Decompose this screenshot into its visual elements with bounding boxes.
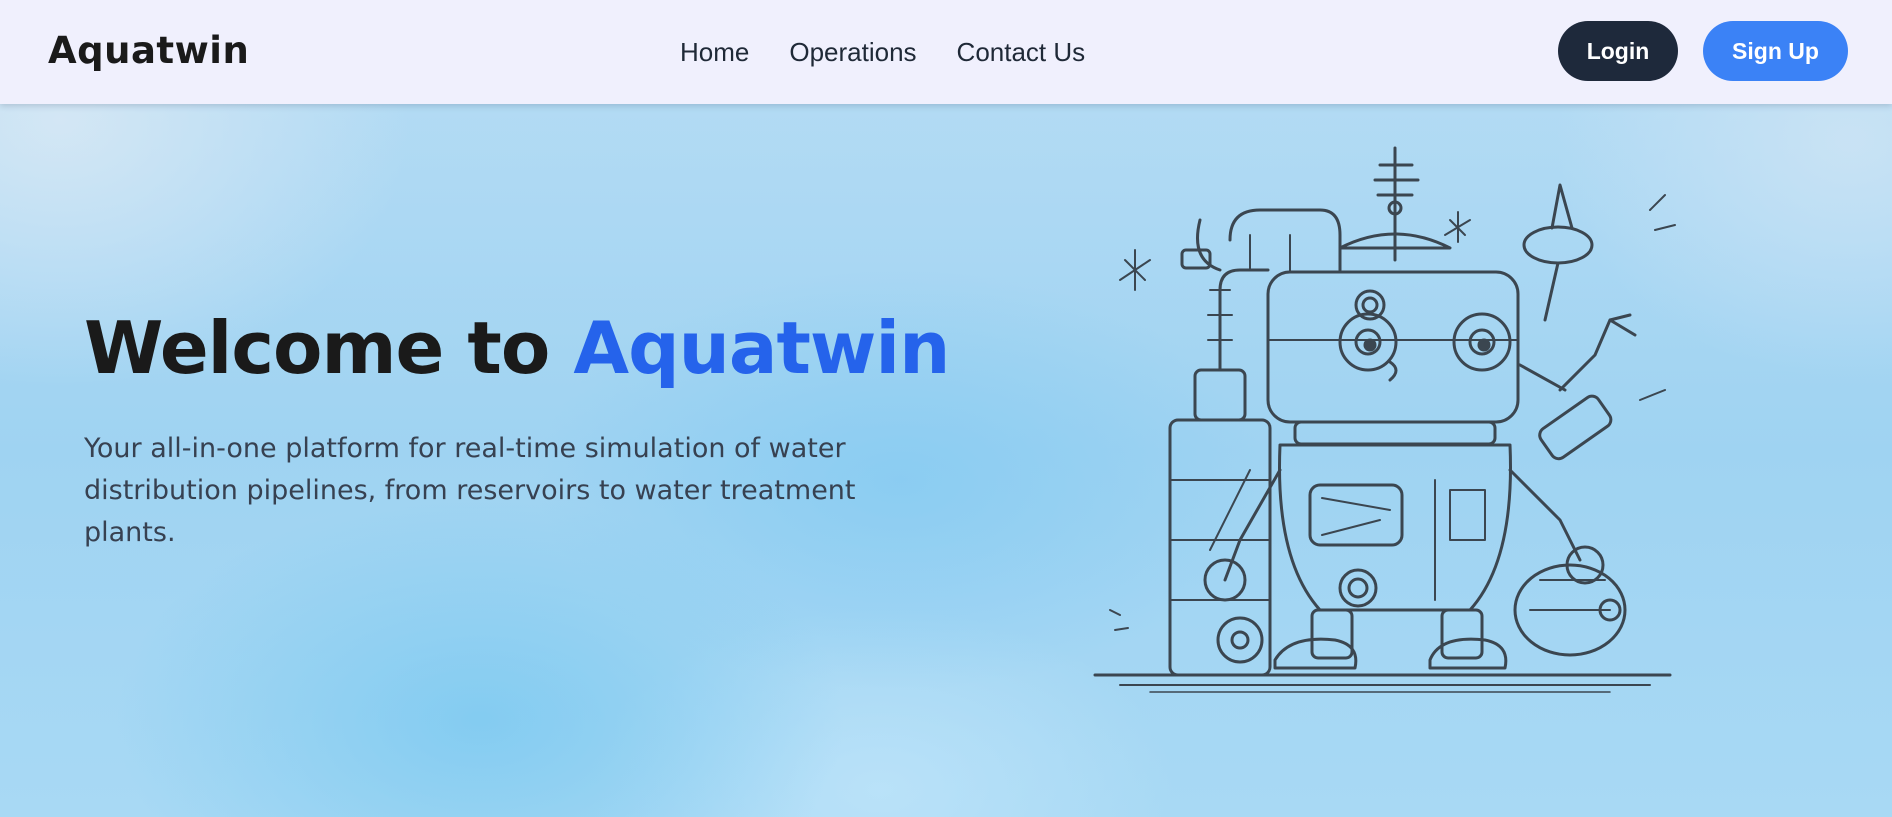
navbar: Aquatwin Home Operations Contact Us Logi… xyxy=(0,0,1892,104)
login-button[interactable]: Login xyxy=(1558,21,1678,81)
nav-home-link[interactable]: Home xyxy=(680,30,749,74)
hero-title-brand: Aquatwin xyxy=(573,306,950,390)
robot-illustration xyxy=(1090,140,1680,720)
hero-title-prefix: Welcome to xyxy=(84,306,574,390)
hero-description: Your all-in-one platform for real-time s… xyxy=(84,433,856,548)
nav-links: Home Operations Contact Us xyxy=(660,30,1105,74)
hero-title: Welcome to Aquatwin xyxy=(84,300,950,396)
signup-button[interactable]: Sign Up xyxy=(1703,21,1848,81)
nav-contact-link[interactable]: Contact Us xyxy=(957,30,1086,74)
logo[interactable]: Aquatwin xyxy=(48,26,249,76)
nav-operations-link[interactable]: Operations xyxy=(789,30,916,74)
